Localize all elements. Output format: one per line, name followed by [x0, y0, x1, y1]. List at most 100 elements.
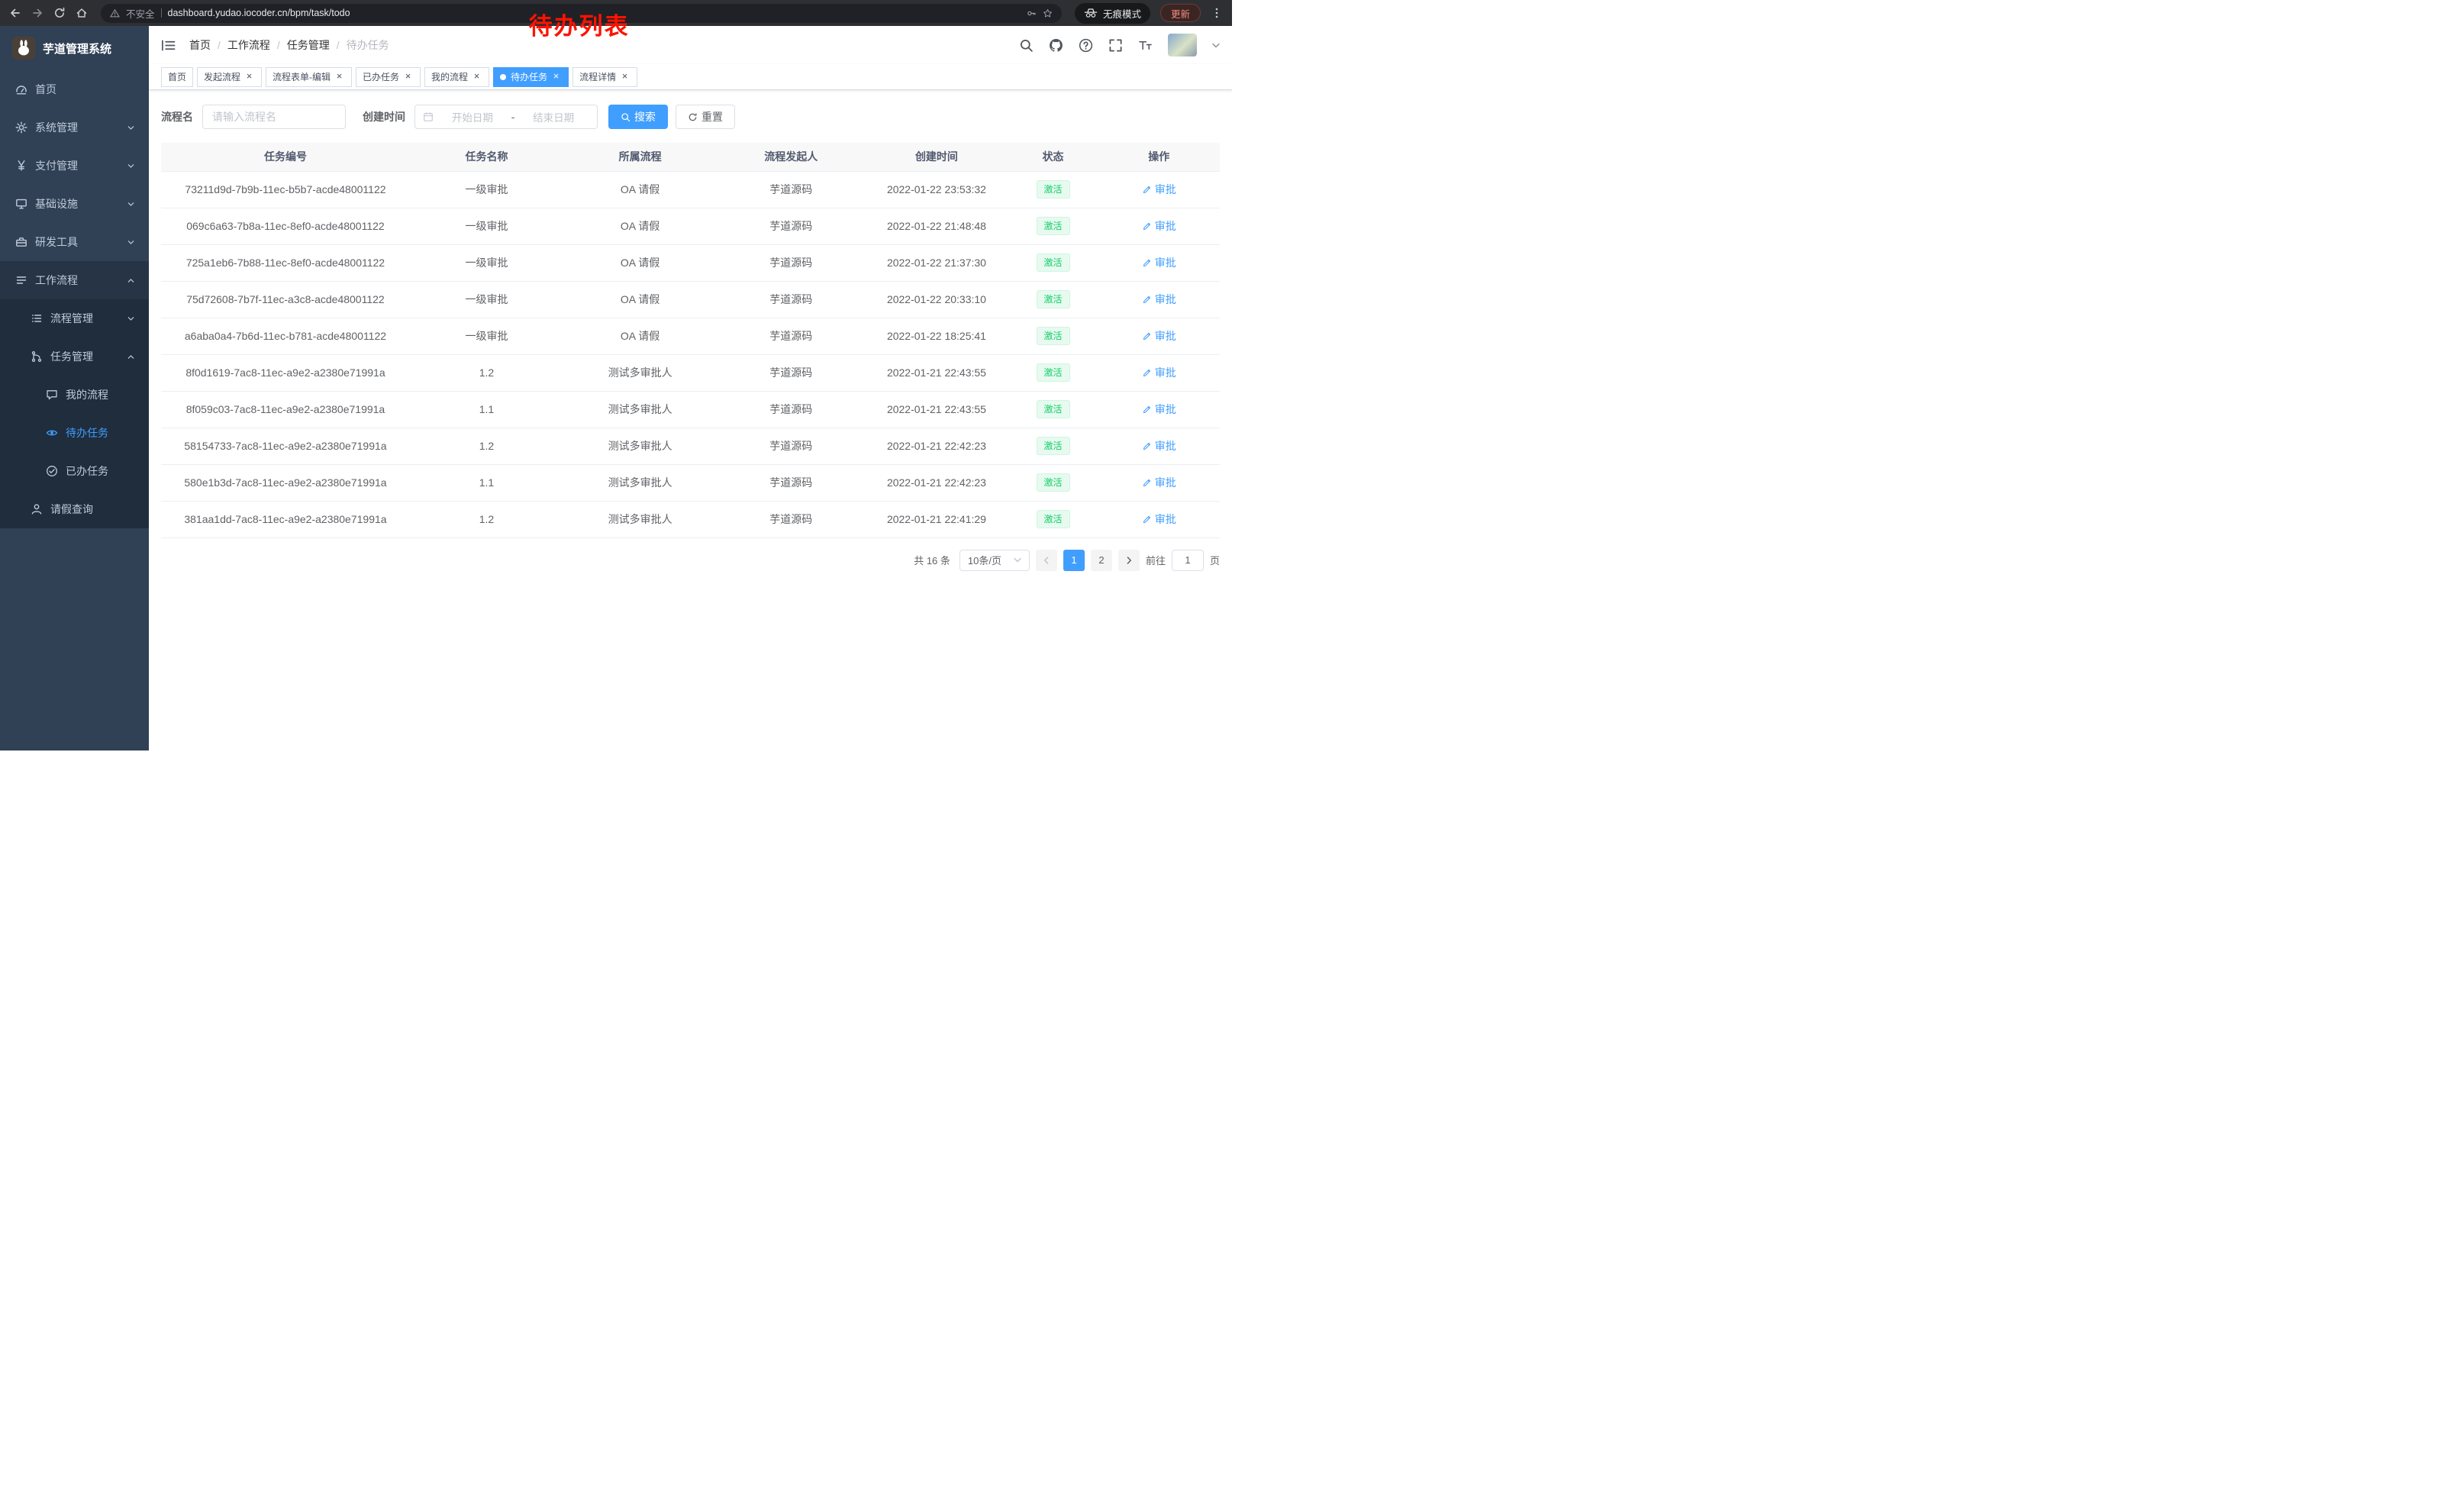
status-badge: 激活: [1037, 510, 1070, 528]
font-size-icon[interactable]: [1138, 38, 1153, 53]
sidebar-item-devtools[interactable]: 研发工具: [0, 223, 149, 261]
breadcrumb-separator: /: [277, 39, 280, 51]
breadcrumb-item-workflow[interactable]: 工作流程: [227, 37, 270, 53]
tab-form-edit[interactable]: 流程表单-编辑×: [266, 67, 352, 87]
annotation-text: 待办列表: [529, 7, 630, 41]
next-page-button[interactable]: [1118, 550, 1140, 571]
tab-done-task[interactable]: 已办任务×: [356, 67, 421, 87]
reset-button[interactable]: 重置: [676, 105, 735, 129]
approve-link-label: 审批: [1155, 182, 1176, 197]
user-avatar[interactable]: [1168, 34, 1197, 56]
breadcrumb-item-home[interactable]: 首页: [189, 37, 211, 53]
cell-action: 审批: [1098, 464, 1220, 501]
tab-close-icon[interactable]: ×: [550, 71, 562, 82]
tab-home[interactable]: 首页: [161, 67, 193, 87]
sidebar-item-workflow[interactable]: 工作流程: [0, 261, 149, 299]
check-icon: [46, 465, 58, 477]
cell-task-id: 73211d9d-7b9b-11ec-b5b7-acde48001122: [161, 171, 410, 208]
cell-process: 测试多审批人: [563, 464, 717, 501]
update-button[interactable]: 更新: [1160, 4, 1201, 22]
tab-label: 流程详情: [579, 70, 616, 83]
page-size-select[interactable]: 10条/页: [959, 550, 1030, 571]
github-icon[interactable]: [1049, 38, 1063, 53]
eye-icon: [46, 427, 58, 439]
approve-link[interactable]: 审批: [1142, 438, 1176, 454]
cell-task-name: 1.1: [410, 464, 563, 501]
cell-action: 审批: [1098, 244, 1220, 281]
breadcrumb-item-task-mgmt[interactable]: 任务管理: [287, 37, 330, 53]
fullscreen-icon[interactable]: [1108, 38, 1123, 53]
tab-close-icon[interactable]: ×: [243, 71, 255, 82]
star-icon[interactable]: [1043, 8, 1053, 18]
status-badge: 激活: [1037, 437, 1070, 455]
cell-starter: 芋道源码: [717, 281, 865, 318]
jump-page-input[interactable]: [1172, 550, 1204, 571]
table-row: 73211d9d-7b9b-11ec-b5b7-acde48001122一级审批…: [161, 171, 1220, 208]
total-count: 共 16 条: [914, 553, 950, 567]
tab-close-icon[interactable]: ×: [471, 71, 482, 82]
jump-label: 前往: [1146, 553, 1166, 567]
cell-task-id: 580e1b3d-7ac8-11ec-a9e2-a2380e71991a: [161, 464, 410, 501]
column-header-3: 流程发起人: [717, 143, 865, 171]
approve-link[interactable]: 审批: [1142, 512, 1176, 527]
sidebar-item-system[interactable]: 系统管理: [0, 108, 149, 147]
sidebar-item-task-mgmt[interactable]: 任务管理: [0, 337, 149, 376]
approve-link[interactable]: 审批: [1142, 218, 1176, 234]
sidebar-item-payment[interactable]: 支付管理: [0, 147, 149, 185]
process-name-input[interactable]: [202, 105, 346, 129]
cell-starter: 芋道源码: [717, 171, 865, 208]
sidebar-item-label: 系统管理: [35, 120, 78, 135]
help-icon[interactable]: [1079, 38, 1093, 53]
edit-icon: [1142, 405, 1152, 415]
column-header-4: 创建时间: [865, 143, 1008, 171]
back-icon[interactable]: [9, 7, 21, 19]
cell-task-name: 一级审批: [410, 171, 563, 208]
approve-link-label: 审批: [1155, 218, 1176, 234]
approve-link[interactable]: 审批: [1142, 402, 1176, 417]
approve-link[interactable]: 审批: [1142, 182, 1176, 197]
warning-icon[interactable]: [110, 8, 120, 18]
key-icon[interactable]: [1027, 8, 1037, 18]
tab-todo-task[interactable]: 待办任务×: [493, 67, 569, 87]
sidebar-item-leave-query[interactable]: 请假查询: [0, 490, 149, 528]
caret-down-icon[interactable]: [1212, 43, 1220, 48]
status-badge: 激活: [1037, 290, 1070, 308]
tab-close-icon[interactable]: ×: [619, 71, 631, 82]
tab-close-icon[interactable]: ×: [334, 71, 345, 82]
app-logo[interactable]: 芋道管理系统: [0, 26, 149, 70]
sidebar-item-label: 工作流程: [35, 273, 78, 288]
approve-link[interactable]: 审批: [1142, 292, 1176, 307]
sidebar-item-my-process[interactable]: 我的流程: [0, 376, 149, 414]
approve-link-label: 审批: [1155, 402, 1176, 417]
approve-link[interactable]: 审批: [1142, 475, 1176, 490]
reload-icon[interactable]: [53, 7, 66, 19]
home-icon[interactable]: [76, 7, 88, 19]
tab-process-detail[interactable]: 流程详情×: [572, 67, 637, 87]
approve-link[interactable]: 审批: [1142, 328, 1176, 344]
tab-close-icon[interactable]: ×: [402, 71, 414, 82]
tab-start-process[interactable]: 发起流程×: [197, 67, 262, 87]
forward-icon[interactable]: [31, 7, 44, 19]
sidebar-item-infrastructure[interactable]: 基础设施: [0, 185, 149, 223]
cell-starter: 芋道源码: [717, 464, 865, 501]
column-header-2: 所属流程: [563, 143, 717, 171]
approve-link[interactable]: 审批: [1142, 255, 1176, 270]
sidebar-toggle-icon[interactable]: [161, 38, 176, 53]
date-range-picker[interactable]: 开始日期 - 结束日期: [414, 105, 598, 129]
menu-dots-icon[interactable]: [1211, 7, 1223, 19]
sidebar-item-process-mgmt[interactable]: 流程管理: [0, 299, 149, 337]
page-1-button[interactable]: 1: [1063, 550, 1085, 571]
page-2-button[interactable]: 2: [1091, 550, 1112, 571]
search-icon[interactable]: [1019, 38, 1034, 53]
sidebar-item-done-task[interactable]: 已办任务: [0, 452, 149, 490]
sidebar-item-label: 请假查询: [50, 502, 93, 517]
column-header-1: 任务名称: [410, 143, 563, 171]
cell-status: 激活: [1008, 391, 1098, 428]
prev-page-button[interactable]: [1036, 550, 1057, 571]
approve-link[interactable]: 审批: [1142, 365, 1176, 380]
sidebar-item-todo-task[interactable]: 待办任务: [0, 414, 149, 452]
sidebar-item-home[interactable]: 首页: [0, 70, 149, 108]
search-button[interactable]: 搜索: [608, 105, 668, 129]
approve-link-label: 审批: [1155, 512, 1176, 527]
tab-my-process[interactable]: 我的流程×: [424, 67, 489, 87]
